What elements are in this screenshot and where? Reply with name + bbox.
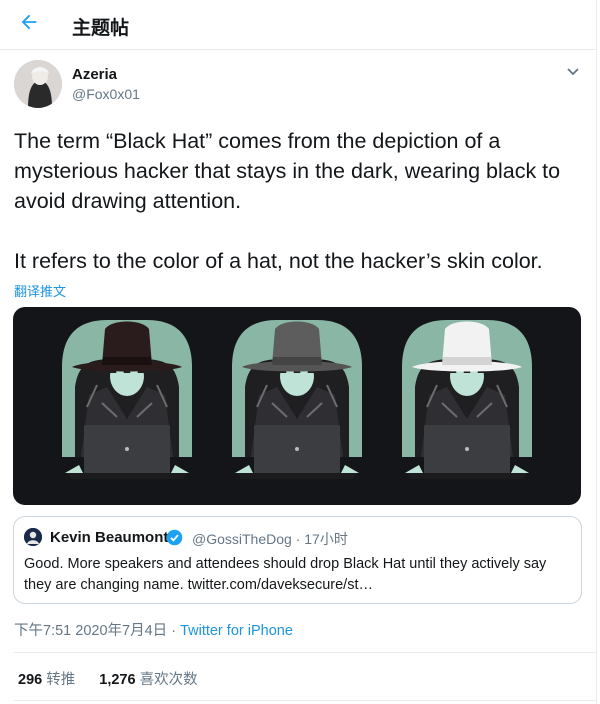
quote-avatar — [24, 528, 42, 546]
tweet-paragraph: It refers to the color of a hat, not the… — [14, 249, 543, 273]
quote-text: Good. More speakers and attendees should… — [24, 556, 547, 593]
retweet-count[interactable]: 296 转推 — [18, 668, 75, 689]
top-header: 主题帖 — [0, 0, 596, 50]
quote-author-name: Kevin Beaumont — [50, 529, 169, 546]
page-title: 主题帖 — [72, 17, 130, 39]
meta-separator: · — [171, 623, 177, 639]
verified-badge-icon — [166, 529, 183, 546]
like-label: 喜欢次数 — [139, 672, 198, 688]
like-number: 1,276 — [99, 672, 136, 688]
arrow-left-icon[interactable] — [18, 11, 40, 33]
column-border — [596, 0, 597, 704]
tweet-date[interactable]: 2020年7月4日 — [75, 623, 167, 639]
divider — [14, 652, 596, 653]
like-count[interactable]: 1,276 喜欢次数 — [99, 668, 197, 689]
chevron-down-icon[interactable] — [564, 64, 582, 80]
translate-link[interactable]: 翻译推文 — [14, 281, 66, 300]
retweet-label: 转推 — [46, 672, 76, 688]
quote-time: 17小时 — [304, 531, 348, 547]
tweet-paragraph: The term “Black Hat” comes from the depi… — [14, 129, 561, 213]
retweet-number: 296 — [18, 672, 43, 688]
author-handle[interactable]: @Fox0x01 — [72, 86, 140, 102]
tweet-image[interactable] — [13, 307, 581, 505]
tweet-source[interactable]: Twitter for iPhone — [180, 623, 293, 639]
quoted-tweet[interactable]: Kevin Beaumont @GossiTheDog · 17小时 Good.… — [13, 516, 582, 604]
quote-handle-text: @GossiTheDog — [192, 531, 292, 547]
tweet-time[interactable]: 下午7:51 — [14, 623, 71, 639]
author-name[interactable]: Azeria — [72, 66, 117, 83]
tweet-stats: 296 转推 1,276 喜欢次数 — [18, 668, 218, 689]
divider — [14, 700, 596, 701]
avatar[interactable] — [14, 60, 62, 108]
quote-author-handle: @GossiTheDog · 17小时 — [192, 531, 348, 547]
tweet-text: The term “Black Hat” comes from the depi… — [14, 126, 586, 276]
hacker-illustration — [61, 319, 533, 480]
tweet-meta: 下午7:51 2020年7月4日 · Twitter for iPhone — [14, 619, 293, 640]
